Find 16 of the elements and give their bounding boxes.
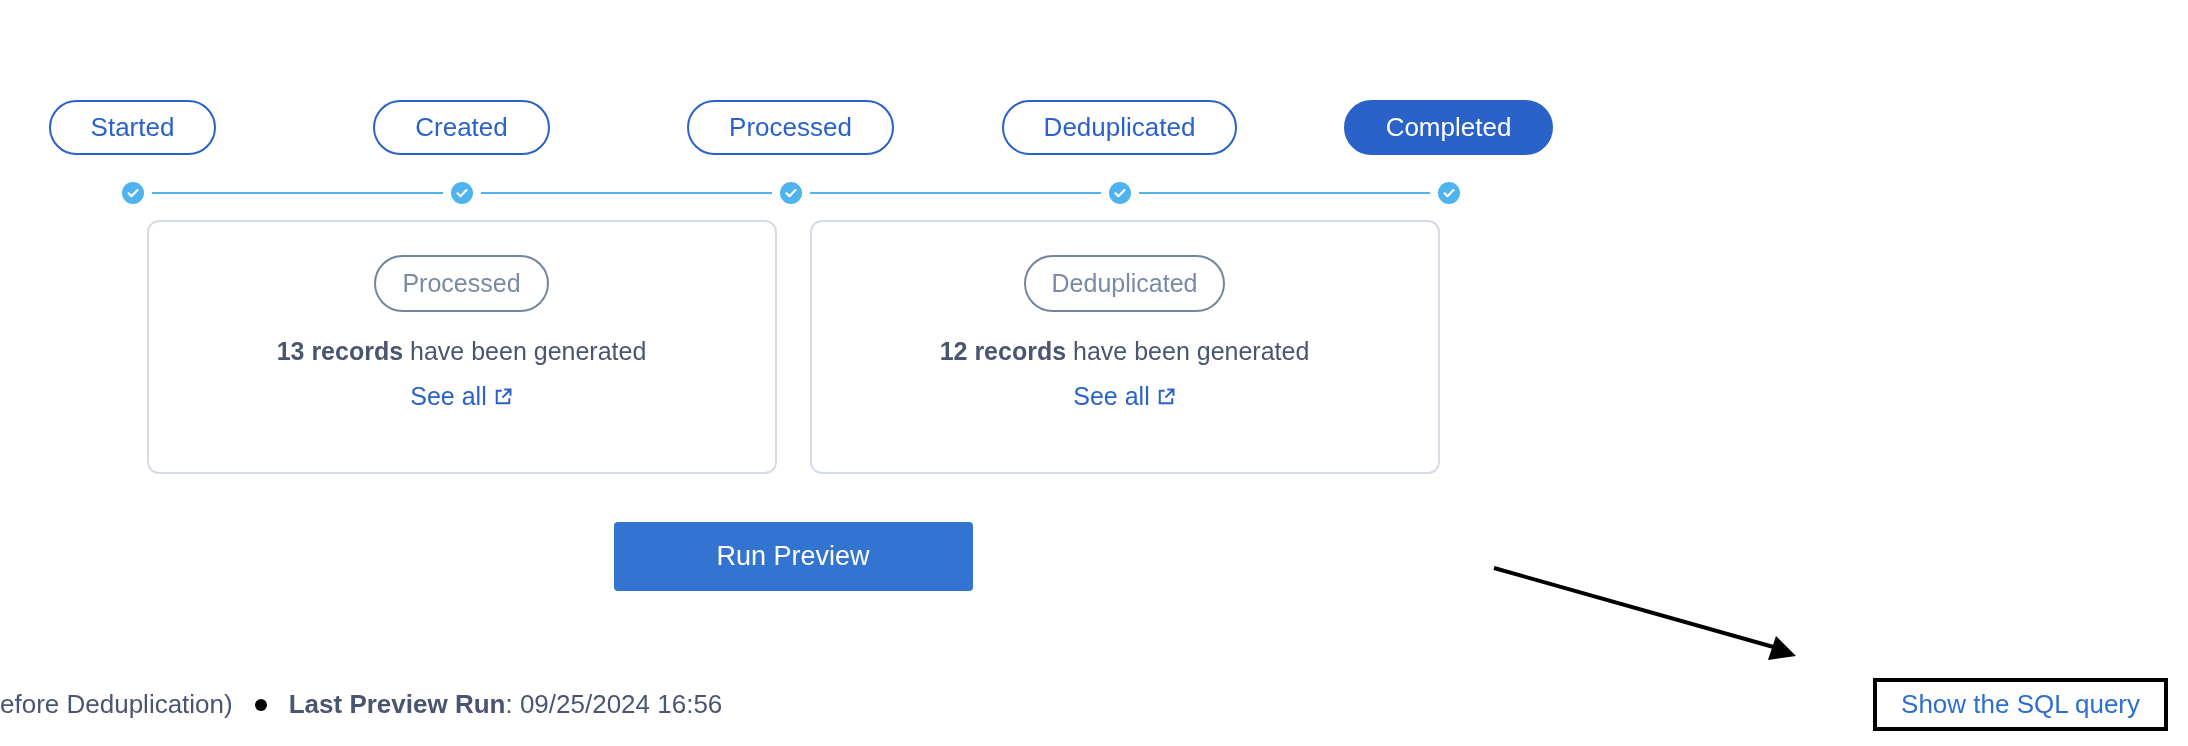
step-tab[interactable]: Completed	[1343, 100, 1554, 155]
see-all-link[interactable]: See all	[410, 382, 513, 411]
records-summary: 12 records have been generated	[939, 337, 1310, 366]
step-tab[interactable]: Processed	[687, 100, 894, 155]
stage-badge: Deduplicated	[1023, 255, 1226, 312]
run-note: efore Deduplication)	[0, 689, 233, 720]
records-summary: 13 records have been generated	[276, 337, 647, 366]
sql-query-link[interactable]: Show the SQL query	[1873, 678, 2168, 731]
step-tab[interactable]: Created	[373, 100, 550, 155]
see-all-link[interactable]: See all	[1073, 382, 1176, 411]
step-tab[interactable]: Started	[48, 100, 217, 155]
run-preview-button[interactable]: Run Preview	[613, 522, 973, 591]
stage-badge: Processed	[374, 255, 549, 312]
step-tab[interactable]: Deduplicated	[1001, 100, 1238, 155]
bullet-icon	[254, 698, 267, 711]
last-run-text: Last Preview Run: 09/25/2024 16:56	[288, 689, 723, 720]
